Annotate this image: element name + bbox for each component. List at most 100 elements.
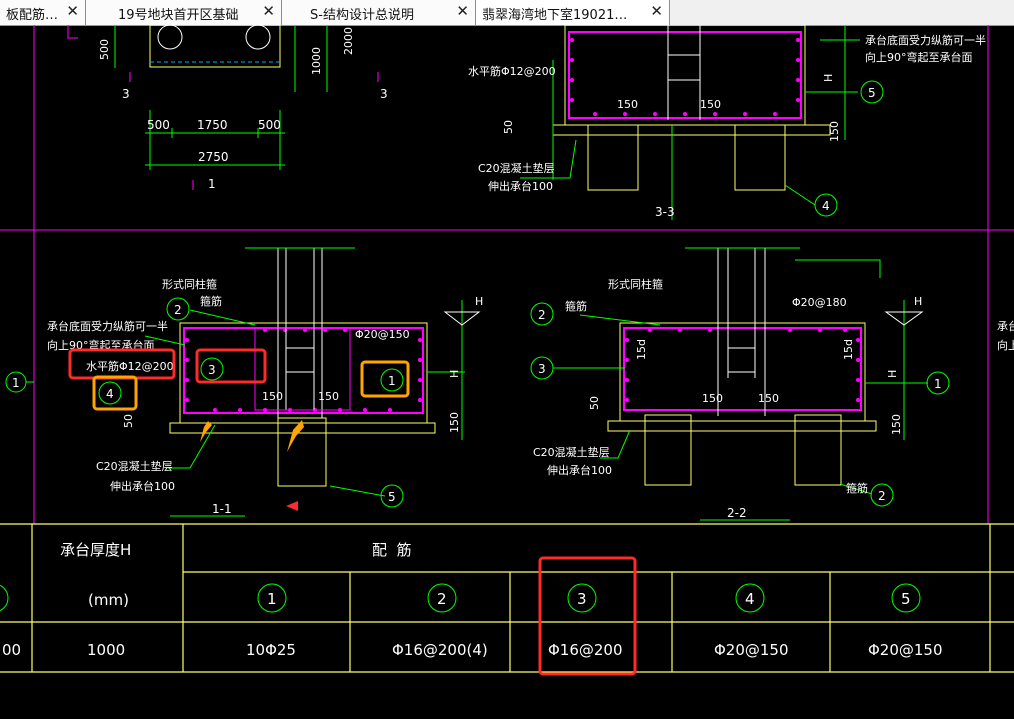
note-text: 伸出承台100 xyxy=(110,479,175,493)
note-text: 承台底面受力纵筋可一半 xyxy=(865,33,986,47)
table-cell: 00 xyxy=(2,641,21,659)
section-3-3: 承台底面受力纵筋可一半 向上90°弯起至承台面 水平筋Φ12@200 150 1… xyxy=(468,25,986,220)
table-cell: Φ16@200 xyxy=(548,641,623,659)
dim-text: 150 xyxy=(448,412,461,433)
section-1-1: 形式同柱箍 箍筋 承台底面受力纵筋可一半 向上90°弯起至承台面 水平筋Φ12@… xyxy=(5,247,483,517)
dim-text: 150 xyxy=(700,98,721,111)
note-text: 水平筋Φ12@200 xyxy=(86,359,174,373)
tab-label: S-结构设计总说明 xyxy=(310,8,414,23)
table-column-number: 4 xyxy=(745,590,755,608)
sheet-frame xyxy=(0,25,1014,524)
callout-number: 1 xyxy=(388,374,396,388)
table-header-unit: (mm) xyxy=(88,591,129,609)
section-mark: 1 xyxy=(208,177,216,191)
table-header-thickness: 承台厚度H xyxy=(60,541,131,559)
dim-text: 150 xyxy=(828,121,841,142)
callout-number: 2 xyxy=(174,303,182,317)
table-cell: Φ20@150 xyxy=(868,641,943,659)
dim-text: H xyxy=(886,370,899,378)
table-column-number: 5 xyxy=(901,590,911,608)
dim-text: 150 xyxy=(617,98,638,111)
pointer-arrow-icon xyxy=(287,420,304,452)
highlight-box-orange xyxy=(360,360,410,398)
dim-text: 50 xyxy=(502,120,515,134)
table-cell: Φ16@200(4) xyxy=(392,641,488,659)
highlight-box-orange xyxy=(92,375,138,411)
dim-text: H xyxy=(448,370,461,378)
table-cell: 10Φ25 xyxy=(246,641,296,659)
section-2-2: 形式同柱箍 箍筋 Φ20@180 15d 15d 150 150 50 150 … xyxy=(530,247,1014,521)
note-text: 伸出承台100 xyxy=(547,463,612,477)
table-column-number: 1 xyxy=(267,590,277,608)
note-text: Φ20@150 xyxy=(355,328,410,341)
callout-number: 3 xyxy=(208,363,216,377)
dim-text: 150 xyxy=(262,390,283,403)
dim-text: 150 xyxy=(702,392,723,405)
note-text: 承台底面受力纵筋可一半 xyxy=(47,319,168,333)
tab-slab-rebar[interactable]: 板配筋… ✕ xyxy=(0,0,86,25)
note-text: C20混凝土垫层 xyxy=(478,161,555,175)
note-text: C20混凝土垫层 xyxy=(96,459,173,473)
callout-number: 5 xyxy=(868,86,876,100)
note-text: 伸出承台100 xyxy=(488,179,553,193)
dim-text: 150 xyxy=(318,390,339,403)
callout-number: 4 xyxy=(822,199,830,213)
dim-text: 150 xyxy=(758,392,779,405)
note-text: 箍筋 xyxy=(565,299,587,313)
dim-text: 2750 xyxy=(198,150,229,164)
table-column-number: 2 xyxy=(437,590,447,608)
dim-text: 50 xyxy=(122,414,135,428)
section-mark: 3 xyxy=(122,87,130,101)
tab-structural-notes[interactable]: S-结构设计总说明 ✕ xyxy=(282,0,476,25)
note-text: 箍筋 xyxy=(846,481,868,495)
pointer-arrow-icon xyxy=(200,421,212,442)
close-icon[interactable]: ✕ xyxy=(66,2,79,20)
note-text: C20混凝土垫层 xyxy=(533,445,610,459)
note-text: 形式同柱箍 xyxy=(162,277,217,291)
tab-label: 19号地块首开区基础 xyxy=(118,8,239,23)
section-title: 3-3 xyxy=(655,205,675,219)
section-title: 2-2 xyxy=(727,506,747,520)
table-header-rebar: 配 筋 xyxy=(372,541,412,559)
note-text: 水平筋Φ12@200 xyxy=(468,64,556,78)
note-text: 箍筋 xyxy=(200,294,222,308)
dim-text: 50 xyxy=(588,396,601,410)
note-text: Φ20@180 xyxy=(792,296,847,309)
section-mark: 3 xyxy=(380,87,388,101)
callout-number: 1 xyxy=(934,377,942,391)
section-title: 1-1 xyxy=(212,502,232,516)
callout-number: 1 xyxy=(12,376,20,390)
marker-arrow-icon xyxy=(286,501,298,511)
dim-text: H xyxy=(822,74,835,82)
dim-text: 500 xyxy=(98,39,111,60)
table-cell-thickness: 1000 xyxy=(87,641,125,659)
callout-number: 2 xyxy=(538,308,546,322)
dim-text: 1750 xyxy=(197,118,228,132)
table-column-number: 3 xyxy=(577,590,587,608)
dim-text: 2000 xyxy=(342,27,355,55)
dim-text: H xyxy=(914,295,922,308)
note-text: 向上 xyxy=(997,338,1014,352)
note-text: 承台 xyxy=(997,319,1014,333)
tab-foundation[interactable]: 19号地块首开区基础 ✕ xyxy=(86,0,282,25)
tab-label: 板配筋… xyxy=(6,8,59,23)
dim-text: 15d xyxy=(842,339,855,360)
dim-text: 500 xyxy=(258,118,281,132)
top-plan-view: 500 1750 500 2750 500 1000 2000 3 3 1 xyxy=(67,25,388,191)
tab-basement[interactable]: 翡翠海湾地下室19021… ✕ xyxy=(476,0,670,25)
callout-number: 5 xyxy=(388,490,396,504)
table-cell: Φ20@150 xyxy=(714,641,789,659)
close-icon[interactable]: ✕ xyxy=(262,2,275,20)
dim-text: H xyxy=(475,295,483,308)
close-icon[interactable]: ✕ xyxy=(456,2,469,20)
callout-number: 4 xyxy=(106,387,114,401)
callout-number: 3 xyxy=(538,362,546,376)
cad-drawing-canvas[interactable]: 500 1750 500 2750 500 1000 2000 3 3 1 承台… xyxy=(0,25,1014,719)
rebar-table: 承台厚度H (mm) 配 筋 1 2 3 4 5 00 1000 10Φ25 Φ… xyxy=(0,523,1014,676)
close-icon[interactable]: ✕ xyxy=(650,2,663,20)
dim-text: 1000 xyxy=(310,47,323,75)
tab-label: 翡翠海湾地下室19021… xyxy=(482,8,628,23)
note-text: 形式同柱箍 xyxy=(608,277,663,291)
callout-number: 2 xyxy=(878,489,886,503)
note-text: 向上90°弯起至承台面 xyxy=(865,50,973,64)
